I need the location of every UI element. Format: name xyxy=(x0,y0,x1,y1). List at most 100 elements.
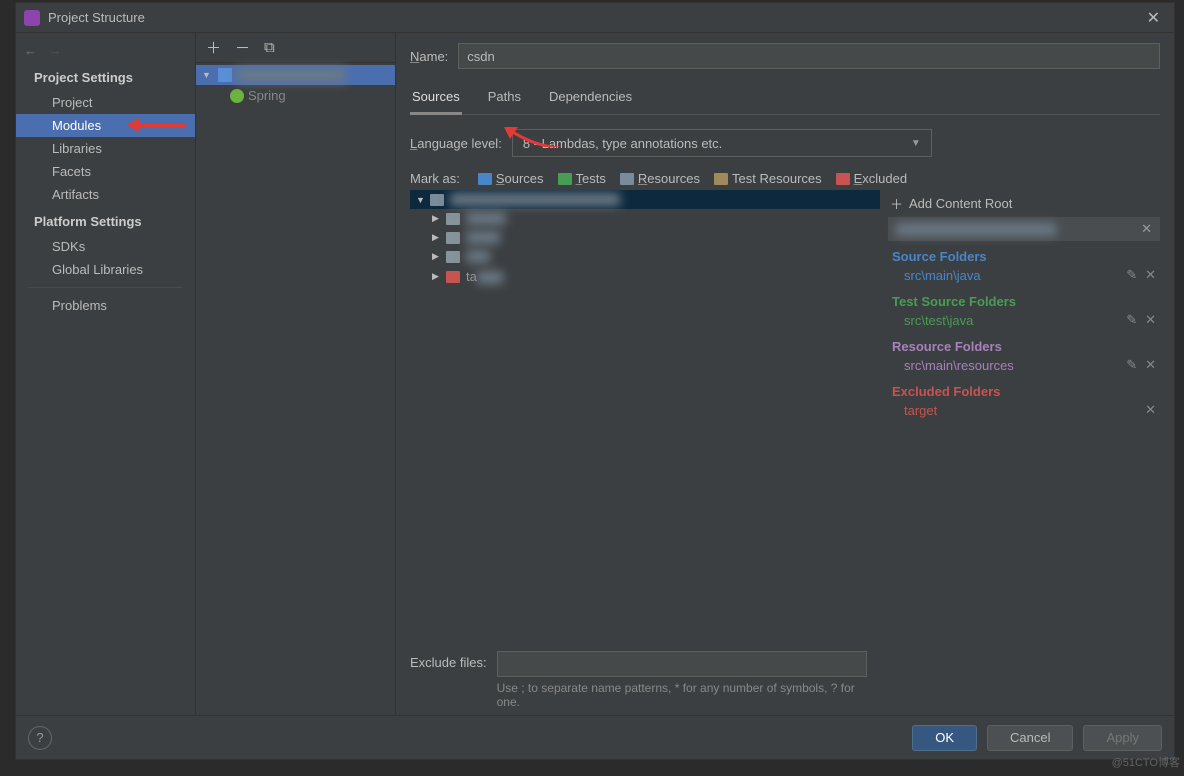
help-button[interactable]: ? xyxy=(28,726,52,750)
sidebar-item-problems[interactable]: Problems xyxy=(16,294,195,317)
mark-sources-button[interactable]: Sources xyxy=(478,171,544,186)
module-icon xyxy=(218,68,232,82)
remove-icon[interactable]: ✕ xyxy=(1145,357,1156,373)
sidebar-item-libraries[interactable]: Libraries xyxy=(16,137,195,160)
folder-path: src\test\java xyxy=(904,313,973,328)
close-icon[interactable]: ✕ xyxy=(1141,6,1166,30)
sidebar-item-facets[interactable]: Facets xyxy=(16,160,195,183)
sidebar-item-modules[interactable]: Modules xyxy=(16,114,195,137)
folder-entry[interactable]: src\main\resources ✎ ✕ xyxy=(892,356,1156,374)
remove-icon[interactable]: ✕ xyxy=(1145,402,1156,418)
tab-sources[interactable]: Sources xyxy=(410,83,462,115)
dir-name-redacted xyxy=(450,193,620,206)
module-tree[interactable]: ▼ Spring xyxy=(196,63,395,715)
ok-button[interactable]: OK xyxy=(912,725,977,751)
dir-label: ta xyxy=(466,269,503,284)
excluded-folder-icon xyxy=(446,271,460,283)
resources-folder-icon xyxy=(620,173,634,185)
dir-name-redacted xyxy=(466,231,500,244)
folder-path: target xyxy=(904,403,937,418)
apply-button[interactable]: Apply xyxy=(1083,725,1162,751)
dir-name-redacted xyxy=(466,212,506,225)
mark-excluded-button[interactable]: Excluded xyxy=(836,171,907,186)
add-content-root-button[interactable]: ＋Add Content Root xyxy=(888,190,1160,217)
forward-icon[interactable]: → xyxy=(49,43,62,58)
expand-icon[interactable]: ▶ xyxy=(432,213,446,224)
sidebar-item-sdks[interactable]: SDKs xyxy=(16,235,195,258)
remove-root-icon[interactable]: ✕ xyxy=(1141,221,1152,237)
expand-icon[interactable]: ▶ xyxy=(432,232,446,243)
nav-back-forward: ← → xyxy=(16,39,195,62)
cancel-button[interactable]: Cancel xyxy=(987,725,1073,751)
settings-sidebar: ← → Project Settings Project Modules Lib… xyxy=(16,33,196,715)
sources-folder-icon xyxy=(478,173,492,185)
language-level-combobox[interactable]: 8 - Lambdas, type annotations etc. ▼ xyxy=(512,129,932,157)
window-title: Project Structure xyxy=(48,10,1141,25)
folder-icon xyxy=(446,232,460,244)
expand-icon[interactable]: ▶ xyxy=(432,251,446,262)
sidebar-item-artifacts[interactable]: Artifacts xyxy=(16,183,195,206)
module-child-label: Spring xyxy=(248,88,286,103)
edit-icon[interactable]: ✎ xyxy=(1126,312,1137,328)
mark-tests-button[interactable]: Tests xyxy=(558,171,606,186)
folder-entry[interactable]: src\main\java ✎ ✕ xyxy=(892,266,1156,284)
module-editor: Name: Sources Paths Dependencies Languag… xyxy=(396,33,1174,715)
tab-dependencies[interactable]: Dependencies xyxy=(547,83,634,114)
sidebar-item-global-libraries[interactable]: Global Libraries xyxy=(16,258,195,281)
folder-entry[interactable]: src\test\java ✎ ✕ xyxy=(892,311,1156,329)
content-roots-panel: ＋Add Content Root ✕ Source Folderssrc\ma… xyxy=(888,190,1160,643)
excluded-folder-icon xyxy=(836,173,850,185)
copy-icon[interactable]: ⧉ xyxy=(264,39,275,56)
dialog-footer: ? OK Cancel Apply xyxy=(16,715,1174,759)
module-name-redacted xyxy=(236,68,346,82)
tab-paths[interactable]: Paths xyxy=(486,83,523,114)
folder-icon xyxy=(430,194,444,206)
spring-icon xyxy=(230,89,244,103)
edit-icon[interactable]: ✎ xyxy=(1126,267,1137,283)
dir-name-redacted xyxy=(466,250,490,263)
expand-icon[interactable]: ▼ xyxy=(202,70,214,80)
folder-path: src\main\resources xyxy=(904,358,1014,373)
project-structure-dialog: Project Structure ✕ ← → Project Settings… xyxy=(15,2,1175,760)
content-root-path-redacted xyxy=(896,223,1056,236)
edit-icon[interactable]: ✎ xyxy=(1126,357,1137,373)
dir-row[interactable]: ▶ xyxy=(410,209,880,228)
language-level-row: Language level: 8 - Lambdas, type annota… xyxy=(410,129,1160,157)
expand-icon[interactable]: ▼ xyxy=(416,195,430,205)
exclude-hint: Use ; to separate name patterns, * for a… xyxy=(497,681,867,709)
titlebar: Project Structure ✕ xyxy=(16,3,1174,33)
remove-icon[interactable]: － xyxy=(235,37,250,58)
section-project-settings: Project Settings xyxy=(16,62,195,91)
mark-test-resources-button[interactable]: Test Resources xyxy=(714,171,822,186)
language-level-label: Language level: xyxy=(410,136,502,151)
module-name-input[interactable] xyxy=(458,43,1160,69)
folder-icon xyxy=(446,213,460,225)
dir-row-target[interactable]: ▶ ta xyxy=(410,266,880,287)
language-level-value: 8 - Lambdas, type annotations etc. xyxy=(523,136,722,151)
name-label: Name: xyxy=(410,49,448,64)
watermark: @51CTO博客 xyxy=(1112,754,1180,770)
module-child-row[interactable]: Spring xyxy=(196,85,395,106)
remove-icon[interactable]: ✕ xyxy=(1145,312,1156,328)
dir-root-row[interactable]: ▼ xyxy=(410,190,880,209)
module-root-row[interactable]: ▼ xyxy=(196,65,395,85)
content-area: ▼ ▶ ▶ ▶ ▶ta ＋Add Content Root ✕ Sourc xyxy=(410,190,1160,643)
directory-tree[interactable]: ▼ ▶ ▶ ▶ ▶ ta xyxy=(410,190,880,643)
exclude-files-row: Exclude files: Use ; to separate name pa… xyxy=(410,651,1160,709)
back-icon[interactable]: ← xyxy=(24,43,37,58)
mark-resources-button[interactable]: Resources xyxy=(620,171,700,186)
exclude-files-input[interactable] xyxy=(497,651,867,677)
folder-entry[interactable]: target ✕ xyxy=(892,401,1156,419)
dir-row[interactable]: ▶ xyxy=(410,247,880,266)
folder-group-header: Source Folders xyxy=(892,247,1156,266)
dir-row[interactable]: ▶ xyxy=(410,228,880,247)
exclude-files-label: Exclude files: xyxy=(410,651,487,670)
sidebar-item-project[interactable]: Project xyxy=(16,91,195,114)
module-tabs: Sources Paths Dependencies xyxy=(410,83,1160,115)
expand-icon[interactable]: ▶ xyxy=(432,271,446,282)
mark-as-row: Mark as: Sources Tests Resources Test Re… xyxy=(410,171,1160,186)
folder-path: src\main\java xyxy=(904,268,981,283)
divider xyxy=(28,287,183,288)
remove-icon[interactable]: ✕ xyxy=(1145,267,1156,283)
add-icon[interactable]: ＋ xyxy=(206,37,221,58)
